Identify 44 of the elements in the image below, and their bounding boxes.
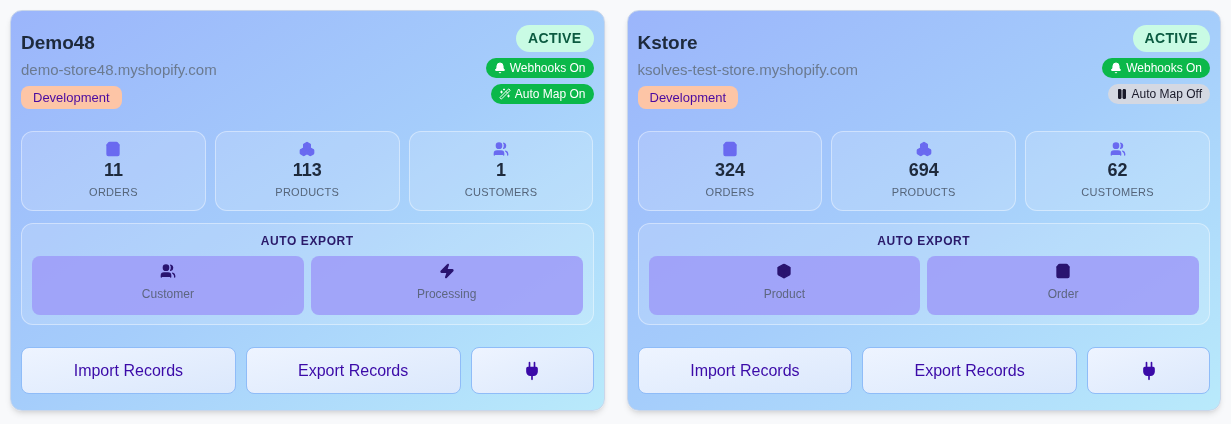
action-button[interactable]: Export Records bbox=[245, 347, 461, 394]
environment-tag: Development bbox=[21, 85, 122, 109]
stat-value: 1 bbox=[496, 159, 507, 182]
users-icon bbox=[1109, 141, 1126, 157]
users-icon bbox=[493, 141, 510, 157]
export-label: Customer bbox=[141, 286, 194, 303]
status-pill: Webhooks On bbox=[485, 58, 594, 78]
export-label: Processing bbox=[416, 286, 477, 303]
status-badge: ACTIVE bbox=[1132, 25, 1210, 52]
action-button[interactable]: Export Records bbox=[862, 347, 1077, 394]
stat-value: 324 bbox=[714, 159, 745, 182]
store-domain: demo-store48.myshopify.com bbox=[21, 60, 217, 80]
stat-label: CUSTOMERS bbox=[464, 185, 538, 200]
stat-value: 11 bbox=[103, 159, 123, 182]
stat-label: ORDERS bbox=[705, 185, 755, 200]
stat-label: PRODUCTS bbox=[275, 185, 340, 200]
bell-icon bbox=[1110, 62, 1123, 74]
stat-value: 62 bbox=[1107, 159, 1128, 182]
bolt-icon bbox=[438, 263, 455, 279]
bell-icon bbox=[493, 62, 506, 74]
stat-label: ORDERS bbox=[89, 185, 138, 200]
action-button[interactable]: Import Records bbox=[21, 347, 236, 394]
status-pill: Webhooks On bbox=[1102, 58, 1210, 78]
status-pill: Auto Map Off bbox=[1107, 84, 1210, 104]
wand-icon bbox=[498, 88, 511, 100]
store-name: Kstore bbox=[637, 31, 698, 55]
users-icon bbox=[159, 263, 176, 279]
stat-value: 694 bbox=[908, 159, 939, 182]
section-title: AUTO EXPORT bbox=[260, 233, 354, 250]
status-pill: Auto Map On bbox=[490, 84, 594, 104]
section-title: AUTO EXPORT bbox=[877, 233, 971, 250]
store-name: Demo48 bbox=[21, 31, 95, 55]
action-button[interactable]: Import Records bbox=[637, 347, 853, 394]
stat-value: 113 bbox=[292, 159, 322, 182]
export-label: Order bbox=[1047, 286, 1079, 303]
pause-icon bbox=[1115, 88, 1128, 100]
stat-label: CUSTOMERS bbox=[1081, 185, 1154, 200]
export-label: Product bbox=[763, 286, 806, 303]
store-domain: ksolves-test-store.myshopify.com bbox=[637, 60, 859, 80]
environment-tag: Development bbox=[637, 85, 739, 109]
plug-button[interactable] bbox=[1087, 347, 1210, 394]
stat-label: PRODUCTS bbox=[891, 185, 956, 200]
plug-button[interactable] bbox=[470, 347, 594, 394]
status-badge: ACTIVE bbox=[516, 25, 594, 52]
